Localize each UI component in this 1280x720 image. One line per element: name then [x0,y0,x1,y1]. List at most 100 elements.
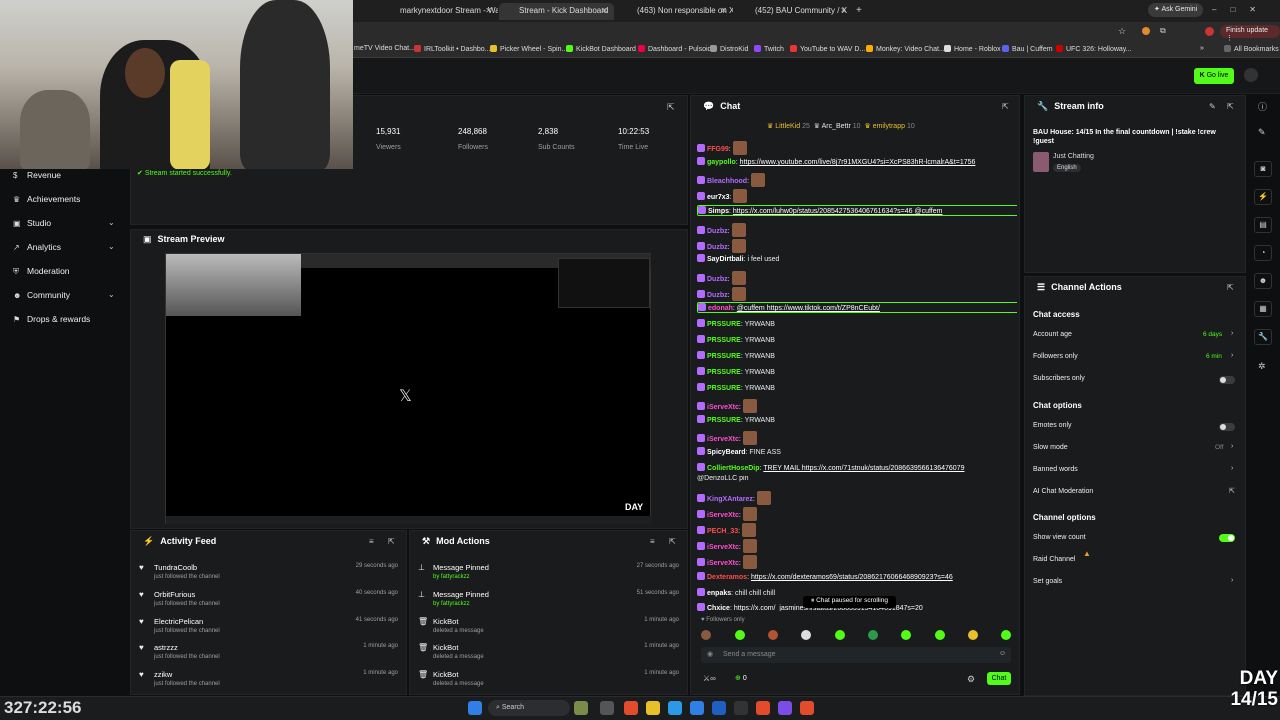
chat-message[interactable]: KingXAntarez: [697,491,1017,505]
chat-message[interactable]: PRSSURE: YRWANB [697,351,1017,360]
bookmark[interactable]: Picker Wheel - Spin... [490,45,567,53]
window-controls[interactable]: –□✕ [1212,5,1270,14]
info-icon[interactable]: ⓘ [1258,100,1267,113]
chat-username[interactable]: KingXAntarez [707,496,753,503]
star-icon[interactable]: ☆ [1118,26,1126,37]
edit-icon[interactable]: ✎ [1209,102,1216,111]
chat-link[interactable]: @cuffem https://www.tiktok.com/t/ZP8nCEu… [737,305,880,312]
bookmarks-overflow-icon[interactable]: » [1200,45,1204,52]
app-icon[interactable] [624,701,638,715]
stream-preview-video[interactable]: 𝕏 DAY [165,253,652,524]
chat-username[interactable]: PRSSURE [707,417,741,424]
chat-message[interactable]: PRSSURE: YRWANB [697,415,1017,424]
gear-icon[interactable]: ⚙ [967,674,975,685]
chat-username[interactable]: PRSSURE [707,369,741,376]
puzzle-icon[interactable]: ⧉ [1160,26,1166,36]
sidebar-item-revenue[interactable]: $ Revenue [13,170,61,180]
chat-username[interactable]: enpaks [707,590,731,597]
chrome-icon[interactable] [800,701,814,715]
stream-category[interactable]: Just Chatting [1053,153,1094,160]
chat-message[interactable]: edonah: @cuffem https://www.tiktok.com/t… [697,302,1017,313]
chat-username[interactable]: edonah [708,305,733,312]
extension-icon[interactable] [1142,27,1150,35]
chat-message[interactable]: Bleachhood: [697,173,1017,187]
all-bookmarks[interactable]: All Bookmarks [1224,45,1279,53]
chat-message[interactable]: Duzbz: [697,239,1017,253]
clipboard-icon[interactable]: ▤ [1254,217,1272,233]
bolt-icon[interactable]: ⚡ [1254,189,1272,205]
slow-mode-option[interactable]: Slow mode Off › [1033,443,1237,456]
chat-message[interactable]: PECH_33: [697,523,1017,537]
chat-username[interactable]: eur7x3 [707,194,730,201]
popout-icon[interactable]: ⇱ [1227,102,1234,111]
bookmark[interactable]: YouTube to WAV D... [790,45,865,53]
chat-message[interactable]: iServeXtc: [697,507,1017,521]
chat-username[interactable]: Duzbz [707,228,728,235]
chat-message[interactable]: Duzbz: [697,271,1017,285]
emote-icon[interactable] [801,630,811,640]
chat-username[interactable]: SpicyBeard [707,449,746,456]
bookmark[interactable]: IRLToolkit • Dashbo... [414,45,491,53]
mod-tools-icon[interactable]: ⚔∞ [703,674,716,683]
close-tab-icon[interactable]: ✕ [485,6,492,15]
chat-message[interactable]: Duzbz: [697,287,1017,301]
chat-username[interactable]: gaypollo [707,159,736,166]
chat-username[interactable]: PRSSURE [707,385,741,392]
profile-avatar[interactable] [1205,27,1214,36]
user-avatar[interactable] [1244,68,1258,82]
filter-icon[interactable]: ≡ [650,537,655,546]
chrome-icon[interactable] [756,701,770,715]
taskbar-search[interactable]: ⌕ Search [488,700,570,716]
chat-username[interactable]: PRSSURE [707,321,741,328]
chat-username[interactable]: FFG99 [707,146,729,153]
app-icon[interactable] [712,701,726,715]
bookmark[interactable]: DistroKid [710,45,748,53]
chat-paused-banner[interactable]: ⏸ Chat paused for scrolling [803,596,896,608]
browser-tab-active[interactable]: Stream - Kick Dashboard ✕ [499,3,614,20]
emote-icon[interactable] [935,630,945,640]
browser-tab[interactable]: (452) BAU Community / X ✕ [735,3,853,20]
chat-username[interactable]: iServeXtc [707,404,739,411]
chat-bubble-icon[interactable]: ◔ [1254,245,1272,261]
set-goals-option[interactable]: Set goals › [1033,577,1237,590]
layout-icon[interactable]: ▦ [1254,301,1272,317]
chat-message[interactable]: eur7x3: [697,189,1017,203]
bookmark[interactable]: Monkey: Video Chat... [866,45,945,53]
chat-message[interactable]: Duzbz: [697,223,1017,237]
emote-icon[interactable] [1001,630,1011,640]
people-icon[interactable]: ☻ [1254,273,1272,289]
chat-username[interactable]: Chxice [707,605,730,611]
apps-icon[interactable]: ✲ [1258,361,1266,372]
popout-icon[interactable]: ⇱ [1002,102,1009,111]
chat-username[interactable]: Duzbz [707,292,728,299]
popout-icon[interactable]: ⇱ [669,537,676,546]
pen-icon[interactable]: ✎ [1258,127,1266,138]
emote-icon[interactable] [968,630,978,640]
chat-message[interactable]: SayDirtbali: i feel used [697,254,1017,263]
send-chat-button[interactable]: Chat [987,672,1011,685]
ai-moderation-option[interactable]: AI Chat Moderation ⇱ [1033,488,1237,500]
chat-message[interactable]: @DenzoLLC pin [697,475,1017,482]
emote-icon[interactable] [901,630,911,640]
emote-icon[interactable] [768,630,778,640]
edge-icon[interactable] [668,701,682,715]
start-icon[interactable] [468,701,482,715]
go-live-button[interactable]: K Go live [1194,68,1234,84]
close-tab-icon[interactable]: ✕ [601,6,608,15]
chat-message[interactable]: Dexteramos: https://x.com/dexteramos69/s… [697,572,1017,581]
popout-icon[interactable]: ⇱ [667,102,675,113]
new-tab-icon[interactable]: + [856,5,862,16]
chat-username[interactable]: iServeXtc [707,436,739,443]
chat-message-list[interactable]: FFG99: gaypollo: https://www.youtube.com… [697,141,1017,611]
sidebar-item-drops[interactable]: ⚑ Drops & rewards [13,314,90,324]
finish-update-button[interactable]: Finish update ⋮ [1220,25,1280,42]
bookmark[interactable]: Dashboard - Pulsoid [638,45,711,53]
chat-message[interactable]: FFG99: [697,141,1017,155]
camera-icon[interactable]: ◙ [1254,161,1272,177]
filter-icon[interactable]: ≡ [369,537,374,546]
banned-words-option[interactable]: Banned words › [1033,465,1237,478]
chat-message[interactable]: PRSSURE: YRWANB [697,335,1017,344]
chat-message[interactable]: iServeXtc: [697,555,1017,569]
chat-link[interactable]: https://www.youtube.com/live/8j7r91MXGU4… [740,159,976,166]
chat-message[interactable]: PRSSURE: YRWANB [697,383,1017,392]
